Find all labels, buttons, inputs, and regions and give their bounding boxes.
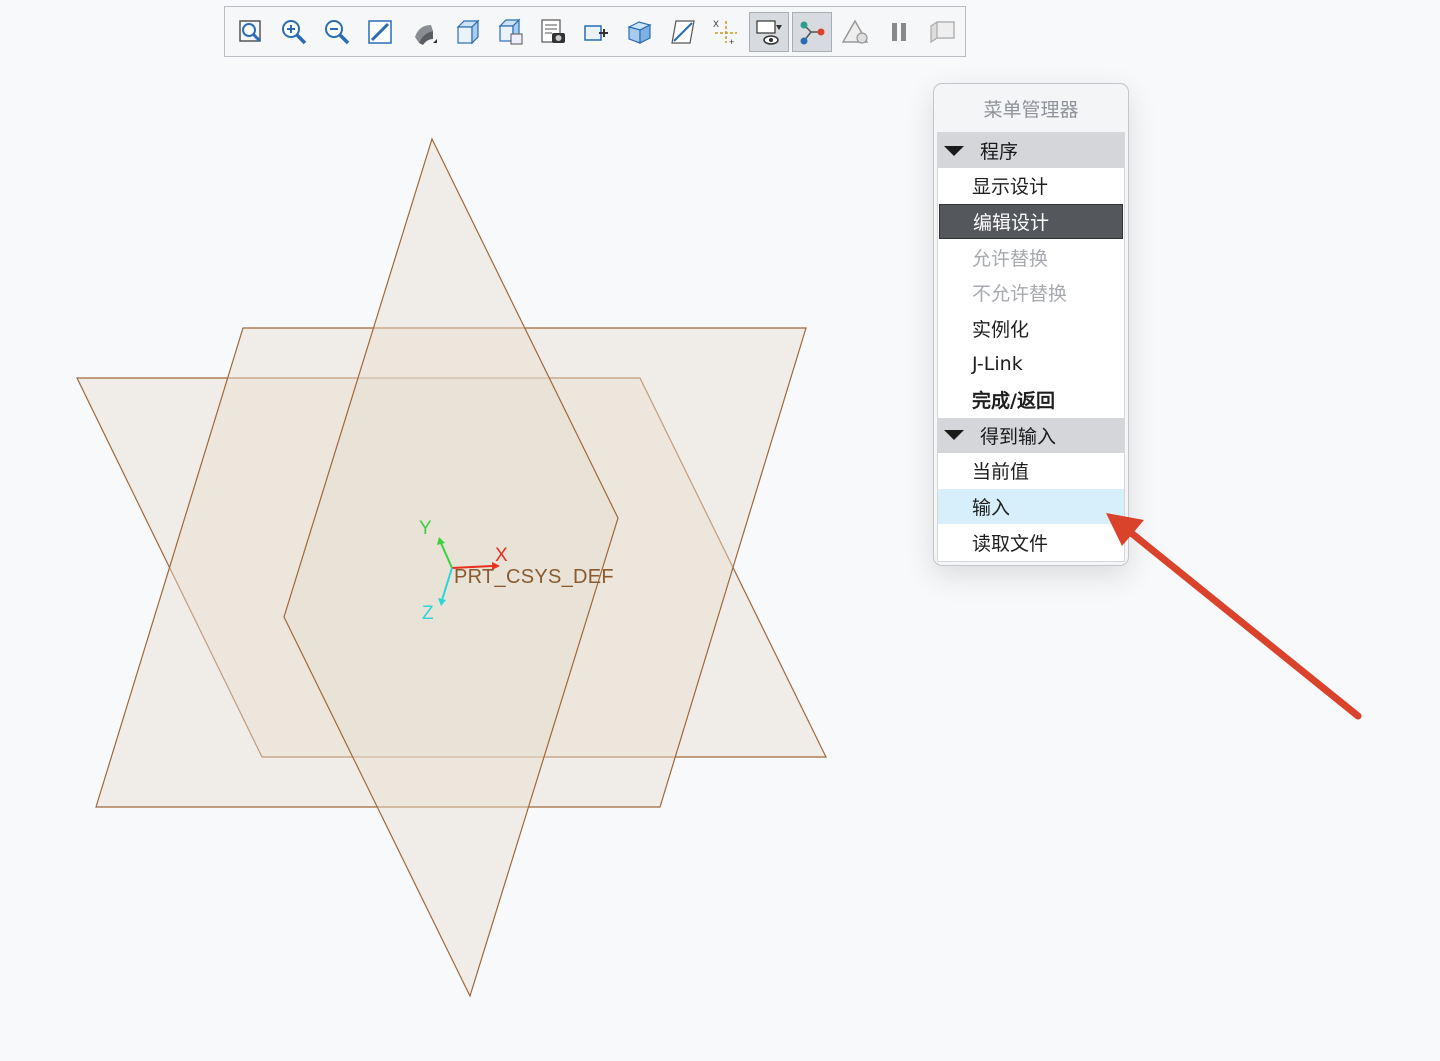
menu-item-read-file[interactable]: 读取文件 — [938, 524, 1124, 560]
repaint-button[interactable] — [361, 12, 401, 52]
saved-orientations-button[interactable] — [447, 12, 487, 52]
menu-manager-list: 程序 显示设计 编辑设计 允许替换 不允许替换 实例化 J-Link 完成/返回… — [937, 132, 1125, 562]
stop-icon — [930, 20, 955, 43]
tolerance-button[interactable] — [835, 12, 875, 52]
svg-text:X: X — [713, 19, 719, 29]
menu-manager-title: 菜单管理器 — [983, 98, 1079, 121]
csys-label[interactable]: PRT_CSYS_DEF — [454, 566, 614, 589]
menu-item-edit-design[interactable]: 编辑设计 — [939, 203, 1123, 240]
y-axis-label: Y — [419, 518, 432, 539]
section-header-get-input[interactable]: 得到输入 — [938, 417, 1124, 453]
collapse-triangle-icon[interactable] — [944, 145, 964, 156]
datum-display-button[interactable] — [663, 12, 703, 52]
refit-button[interactable] — [231, 12, 271, 52]
repaint-icon — [368, 19, 393, 44]
zoom-in-icon — [282, 19, 307, 44]
section-button[interactable] — [576, 12, 616, 52]
saved-orientations-icon — [456, 19, 480, 44]
graphics-toolbar: X + — [224, 6, 966, 57]
display-style-button[interactable] — [404, 12, 444, 52]
annotation-display-icon: X + — [713, 19, 737, 47]
zoom-in-button[interactable] — [274, 12, 314, 52]
svg-text:+: + — [729, 37, 734, 47]
named-views-icon — [498, 18, 523, 44]
menu-manager: 菜单管理器 程序 显示设计 编辑设计 允许替换 不允许替换 实例化 J-Link… — [933, 83, 1129, 566]
perspective-button[interactable] — [620, 12, 660, 52]
menu-item-allow-replace: 允许替换 — [972, 247, 1049, 270]
spin-center-button[interactable] — [792, 11, 833, 52]
pause-button[interactable] — [879, 12, 919, 52]
menu-item-jlink[interactable]: J-Link — [938, 346, 1124, 382]
menu-item-enter[interactable]: 输入 — [938, 488, 1124, 525]
menu-item-disallow-replace: 不允许替换 — [972, 283, 1068, 306]
x-axis-label: X — [495, 545, 508, 566]
perspective-icon — [627, 20, 653, 44]
section-icon — [584, 24, 609, 41]
z-axis-label: Z — [422, 603, 434, 624]
menu-item-instantiate[interactable]: 实例化 — [938, 311, 1124, 347]
graphics-area[interactable]: X Y Z PRT_CSYS_DEF — [0, 0, 1440, 1057]
view-manager-icon — [541, 18, 566, 43]
stop-button[interactable] — [922, 12, 962, 52]
spin-center-icon — [800, 21, 825, 44]
annotation-display-button[interactable]: X + — [706, 12, 746, 52]
named-views-button[interactable] — [490, 12, 530, 52]
section-header-label: 得到输入 — [980, 425, 1057, 448]
datum-planes — [76, 137, 827, 998]
display-style-icon — [414, 24, 437, 45]
tolerance-icon — [842, 18, 869, 44]
view-manager-button[interactable] — [533, 12, 573, 52]
refit-icon — [239, 19, 261, 42]
visibility-filter-button[interactable] — [749, 11, 789, 52]
datum-display-icon — [670, 19, 695, 44]
zoom-out-icon — [325, 19, 350, 44]
section-header-program[interactable]: 程序 — [938, 133, 1124, 168]
menu-item-current-value[interactable]: 当前值 — [938, 453, 1124, 489]
zoom-out-button[interactable] — [317, 12, 357, 52]
menu-item-show-design[interactable]: 显示设计 — [938, 168, 1124, 204]
collapse-triangle-icon[interactable] — [944, 430, 964, 441]
menu-item-done-return[interactable]: 完成/返回 — [938, 382, 1124, 418]
pause-icon — [891, 22, 906, 41]
visibility-filter-icon — [756, 19, 782, 45]
section-header-label: 程序 — [980, 141, 1019, 163]
